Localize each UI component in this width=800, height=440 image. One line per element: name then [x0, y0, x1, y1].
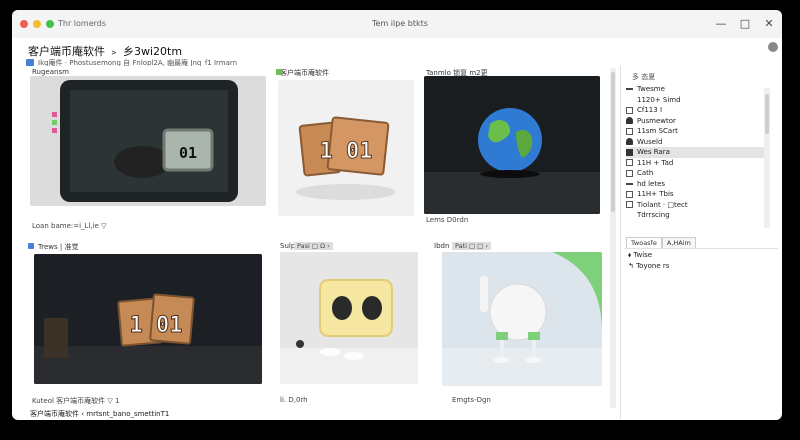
media-card[interactable]: Tanmlo 锁复 m2更 Lems D0rdn: [420, 66, 608, 238]
card-thumbnail: [442, 252, 602, 386]
media-card[interactable]: Trews | 准觉 1 01 Kuteol 客户端币庵软件 ▽ 1: [26, 240, 270, 408]
media-card[interactable]: 客户端币庵软件 1 01: [274, 66, 416, 238]
image-icon: [276, 69, 282, 75]
gear-icon[interactable]: [768, 42, 778, 52]
card-footer: Emgts-Dgn: [452, 396, 491, 404]
checkbox-icon[interactable]: [626, 159, 633, 167]
collapse-icon: [626, 182, 633, 185]
tabs-divider: [624, 248, 778, 249]
card-footer: li. D,0rh: [280, 396, 308, 404]
tree-item[interactable]: Tiolant · □tect: [626, 200, 770, 211]
tree-list: Twesme 1120+ Simd Cf113 I Pusmewtor 11sm…: [626, 84, 770, 221]
card-thumbnail: 01: [30, 76, 266, 206]
close-dot-icon[interactable]: [20, 20, 28, 28]
media-card[interactable]: Rugeansm 01 Loan bame:=i_Ll,ie ▽: [26, 66, 270, 238]
square-icon: [626, 148, 633, 156]
card-thumbnail: 1 01: [34, 254, 262, 384]
tree-item[interactable]: Pusmewtor: [626, 116, 770, 127]
card-footer: Loan bame:=i_Ll,ie ▽: [32, 222, 107, 230]
cloud-icon: [626, 117, 633, 125]
svg-text:1 01: 1 01: [130, 313, 183, 338]
checkbox-icon[interactable]: [626, 106, 633, 114]
media-card[interactable]: Sulpre ⊂Line Pasi □ Ω › li. D,0rh: [274, 240, 424, 408]
tree-item[interactable]: Cath: [626, 168, 770, 179]
action-item[interactable]: ↰ Toyone rs: [628, 261, 669, 272]
page-title: 客户端币庵软件 ﹥ 乡3wi20tm: [28, 45, 183, 58]
tree-item[interactable]: 11sm SCart: [626, 126, 770, 137]
svg-text:01: 01: [179, 144, 197, 162]
tree-item[interactable]: Tdrrscing: [626, 210, 770, 221]
maximize-dot-icon[interactable]: [46, 20, 54, 28]
card-footer: Kuteol 客户端币庵软件 ▽ 1: [32, 397, 120, 405]
tree-item[interactable]: Twesme: [626, 84, 770, 95]
tree-item[interactable]: Cf113 I: [626, 105, 770, 116]
cloud-icon: [626, 138, 633, 146]
gallery-scroll-thumb[interactable]: [611, 72, 615, 212]
title-bar: Thr lomerds Tem ilpe btkts — □ ✕: [12, 10, 782, 38]
card-thumbnail: [280, 252, 418, 384]
media-card[interactable]: Ibdn Pigo Pati □ □ › Emgts-Dgn: [428, 240, 614, 408]
twitter-icon: [28, 243, 34, 249]
close-button[interactable]: ✕: [760, 16, 778, 32]
tree-item[interactable]: 11H + Tad: [626, 158, 770, 169]
card-thumbnail: 1 01: [278, 80, 414, 216]
checkbox-icon[interactable]: [626, 201, 633, 209]
window-center-title: Tem ilpe btkts: [372, 19, 428, 28]
status-bar: 客户端币庵软件 ‹ mrtsnt_bano_smettinT1: [30, 410, 170, 418]
panel-title: 多 态夏: [632, 73, 656, 81]
minimize-button[interactable]: —: [712, 16, 730, 32]
card-title: Rugeansm: [32, 68, 69, 76]
gallery-scrollbar[interactable]: [610, 68, 616, 408]
tree-item[interactable]: 1120+ Simd: [626, 95, 770, 106]
card-thumbnail: [424, 76, 600, 214]
maximize-button[interactable]: □: [736, 16, 754, 32]
tree-item[interactable]: 11H+ Tbis: [626, 189, 770, 200]
tree-item-selected[interactable]: Wes Rara: [626, 147, 770, 158]
app-window: Thr lomerds Tem ilpe btkts — □ ✕ 客户端币庵软件…: [12, 10, 782, 420]
tree-item[interactable]: Wuseld: [626, 137, 770, 148]
card-overlay-label: Pati □ □ ›: [452, 242, 492, 250]
minimize-dot-icon[interactable]: [33, 20, 41, 28]
card-overlay-label: Pasi □ Ω ›: [294, 242, 333, 250]
tree-item[interactable]: hd letes: [626, 179, 770, 190]
card-title: 客户端币庵软件: [280, 69, 329, 77]
checkbox-icon[interactable]: [626, 127, 633, 135]
tree-scrollbar[interactable]: [764, 88, 770, 228]
checkbox-icon[interactable]: [626, 169, 633, 177]
action-item[interactable]: ⬧ Twise: [628, 250, 669, 261]
tree-scroll-thumb[interactable]: [765, 94, 769, 134]
card-footer: Lems D0rdn: [426, 216, 469, 224]
svg-text:1 01: 1 01: [320, 139, 373, 164]
action-list: ⬧ Twise ↰ Toyone rs: [628, 250, 669, 272]
collapse-icon: [626, 88, 633, 91]
window-title: Thr lomerds: [58, 19, 107, 28]
card-title: Trews | 准觉: [38, 243, 79, 251]
checkbox-icon[interactable]: [626, 190, 633, 198]
panel-divider: [620, 66, 621, 420]
